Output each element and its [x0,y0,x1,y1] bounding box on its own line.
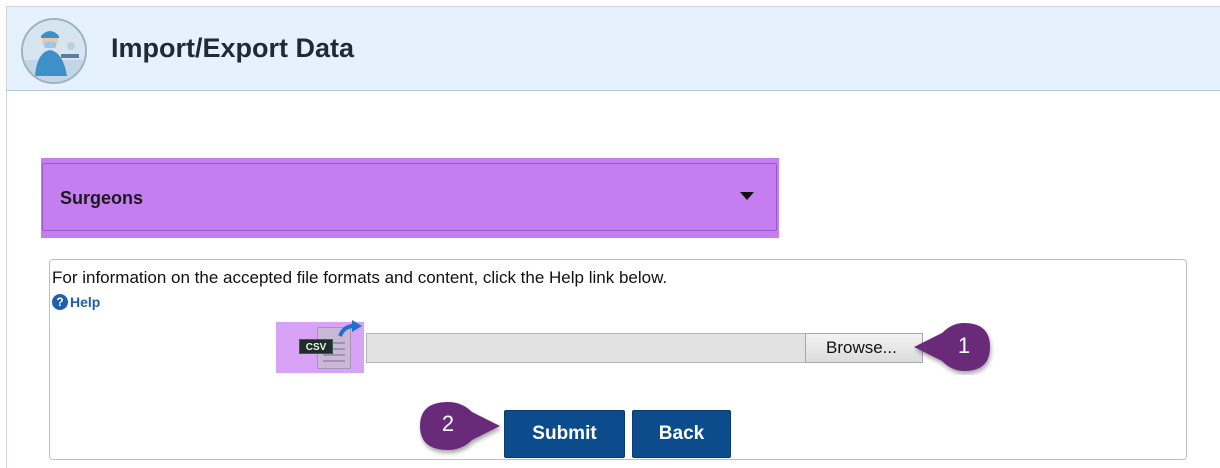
page-header: Import/Export Data [7,7,1220,91]
help-link[interactable]: ? Help [52,292,100,312]
export-arrow-icon [338,320,362,337]
callout-marker-2: 2 [410,400,502,458]
dropdown-selected-value: Surgeons [60,188,144,208]
csv-tag: CSV [299,339,333,354]
submit-button[interactable]: Submit [504,410,625,458]
back-button[interactable]: Back [632,410,731,458]
doc-line [323,354,345,356]
browse-button[interactable]: Browse... [805,333,923,363]
callout-number-2: 2 [441,411,455,436]
question-circle-icon: ? [52,294,68,310]
caret-down-icon [740,192,754,200]
help-label: Help [70,294,101,310]
data-type-dropdown[interactable]: Surgeons [42,163,777,231]
data-type-dropdown-highlight: Surgeons [41,158,779,238]
callout-number-1: 1 [957,333,971,358]
doc-line [323,360,345,362]
file-path-field[interactable] [366,333,806,363]
callout-marker-1: 1 [912,321,1000,375]
info-text: For information on the accepted file for… [52,268,668,287]
page-title: Import/Export Data [111,33,355,63]
surgeon-avatar-icon [21,18,87,84]
